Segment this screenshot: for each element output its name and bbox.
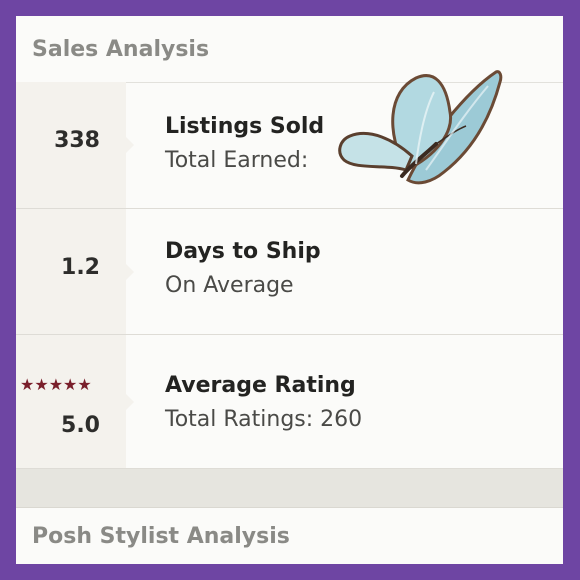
days-to-ship-title: Days to Ship	[165, 239, 321, 264]
listings-sold-value: 338	[54, 128, 100, 153]
listings-sold-title: Listings Sold	[165, 114, 325, 139]
days-to-ship-metric: 1.2	[16, 209, 134, 334]
sales-analysis-panel: Sales Analysis 338 Listings Sold Total E…	[16, 16, 563, 564]
average-rating-value: 5.0	[61, 413, 100, 438]
total-earned-label: Total Earned:	[165, 148, 309, 173]
purple-frame: Sales Analysis 338 Listings Sold Total E…	[0, 0, 580, 580]
days-to-ship-value: 1.2	[61, 255, 100, 280]
average-rating-metric: ★★★★★ 5.0	[16, 335, 134, 468]
days-to-ship-row[interactable]: 1.2 Days to Ship On Average	[16, 209, 563, 335]
posh-stylist-analysis-title: Posh Stylist Analysis	[32, 523, 290, 549]
posh-stylist-analysis-header[interactable]: Posh Stylist Analysis	[16, 508, 563, 564]
average-rating-text: Average Rating Total Ratings: 260	[126, 335, 563, 468]
star-rating-icon: ★★★★★	[20, 375, 92, 394]
section-divider	[16, 469, 563, 508]
average-rating-title: Average Rating	[165, 373, 356, 398]
on-average-label: On Average	[165, 273, 294, 298]
total-ratings-label: Total Ratings: 260	[165, 407, 363, 432]
sales-analysis-title: Sales Analysis	[32, 36, 210, 62]
butterfly-icon	[338, 70, 503, 185]
listings-sold-metric: 338	[16, 82, 134, 208]
average-rating-row[interactable]: ★★★★★ 5.0 Average Rating Total Ratings: …	[16, 335, 563, 469]
days-to-ship-text: Days to Ship On Average	[126, 209, 563, 334]
